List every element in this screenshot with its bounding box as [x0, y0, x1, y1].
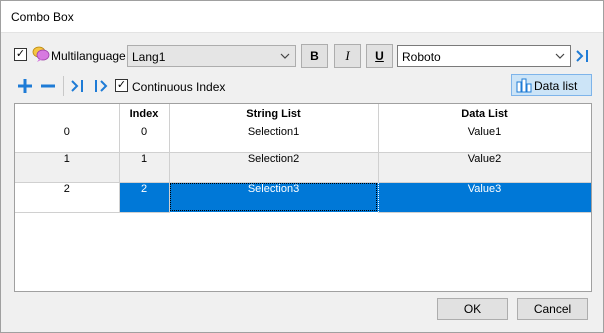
data-list-label: Data list [534, 79, 578, 93]
combo-box-dialog: Combo Box Multilanguage Lang1 B I U Robo… [0, 0, 604, 333]
table-header: Index String List Data List [15, 104, 591, 126]
chevron-down-icon [280, 53, 290, 59]
language-select[interactable]: Lang1 [127, 45, 296, 67]
apply-font-icon[interactable] [574, 47, 592, 65]
title-bar: Combo Box [1, 1, 603, 33]
cancel-button[interactable]: Cancel [517, 298, 588, 320]
multilanguage-checkbox[interactable] [14, 48, 27, 61]
remove-icon[interactable] [39, 77, 57, 95]
bold-button[interactable]: B [301, 44, 328, 68]
string-cell[interactable]: Selection1 [169, 126, 379, 153]
data-cell[interactable]: Value2 [378, 152, 591, 183]
index-column-header[interactable]: Index [119, 104, 170, 126]
data-list-toggle[interactable]: Data list [511, 74, 592, 96]
list-table: Index String List Data List 0 0 Selectio… [15, 104, 591, 213]
data-cell[interactable]: Value1 [378, 126, 591, 153]
add-icon[interactable] [16, 77, 34, 95]
continuous-index-label: Continuous Index [132, 80, 226, 94]
font-value: Roboto [402, 50, 441, 64]
move-right-icon[interactable] [69, 77, 87, 95]
font-select[interactable]: Roboto [397, 45, 571, 67]
data-list-icon [516, 78, 532, 93]
ok-button[interactable]: OK [437, 298, 508, 320]
multilanguage-icon [32, 46, 50, 62]
data-cell[interactable]: Value3 [378, 182, 591, 213]
language-value: Lang1 [132, 50, 166, 64]
table-row[interactable]: 1 1 Selection2 Value2 [15, 152, 591, 183]
italic-button[interactable]: I [334, 44, 361, 68]
index-cell[interactable]: 2 [119, 182, 170, 213]
move-left-icon[interactable] [92, 77, 110, 95]
list-grid[interactable]: Index String List Data List 0 0 Selectio… [14, 103, 592, 292]
string-list-column-header[interactable]: String List [169, 104, 379, 126]
string-cell[interactable]: Selection3 [168, 181, 379, 213]
index-cell[interactable]: 1 [119, 152, 170, 183]
underline-button[interactable]: U [366, 44, 393, 68]
data-list-column-header[interactable]: Data List [378, 104, 591, 126]
row-number-cell[interactable]: 0 [15, 126, 120, 153]
string-cell[interactable]: Selection2 [169, 152, 379, 183]
row-number-cell[interactable]: 1 [15, 152, 120, 183]
table-row-selected[interactable]: 2 2 Selection3 Value3 [15, 181, 591, 213]
chevron-down-icon [555, 53, 565, 59]
window-title: Combo Box [11, 10, 74, 24]
index-cell[interactable]: 0 [119, 126, 170, 153]
continuous-index-checkbox[interactable] [115, 79, 128, 92]
toolbar-separator [63, 76, 64, 96]
row-number-cell[interactable]: 2 [15, 182, 120, 213]
multilanguage-label: Multilanguage [51, 49, 126, 63]
row-header-column [15, 104, 120, 126]
table-row[interactable]: 0 0 Selection1 Value1 [15, 126, 591, 153]
